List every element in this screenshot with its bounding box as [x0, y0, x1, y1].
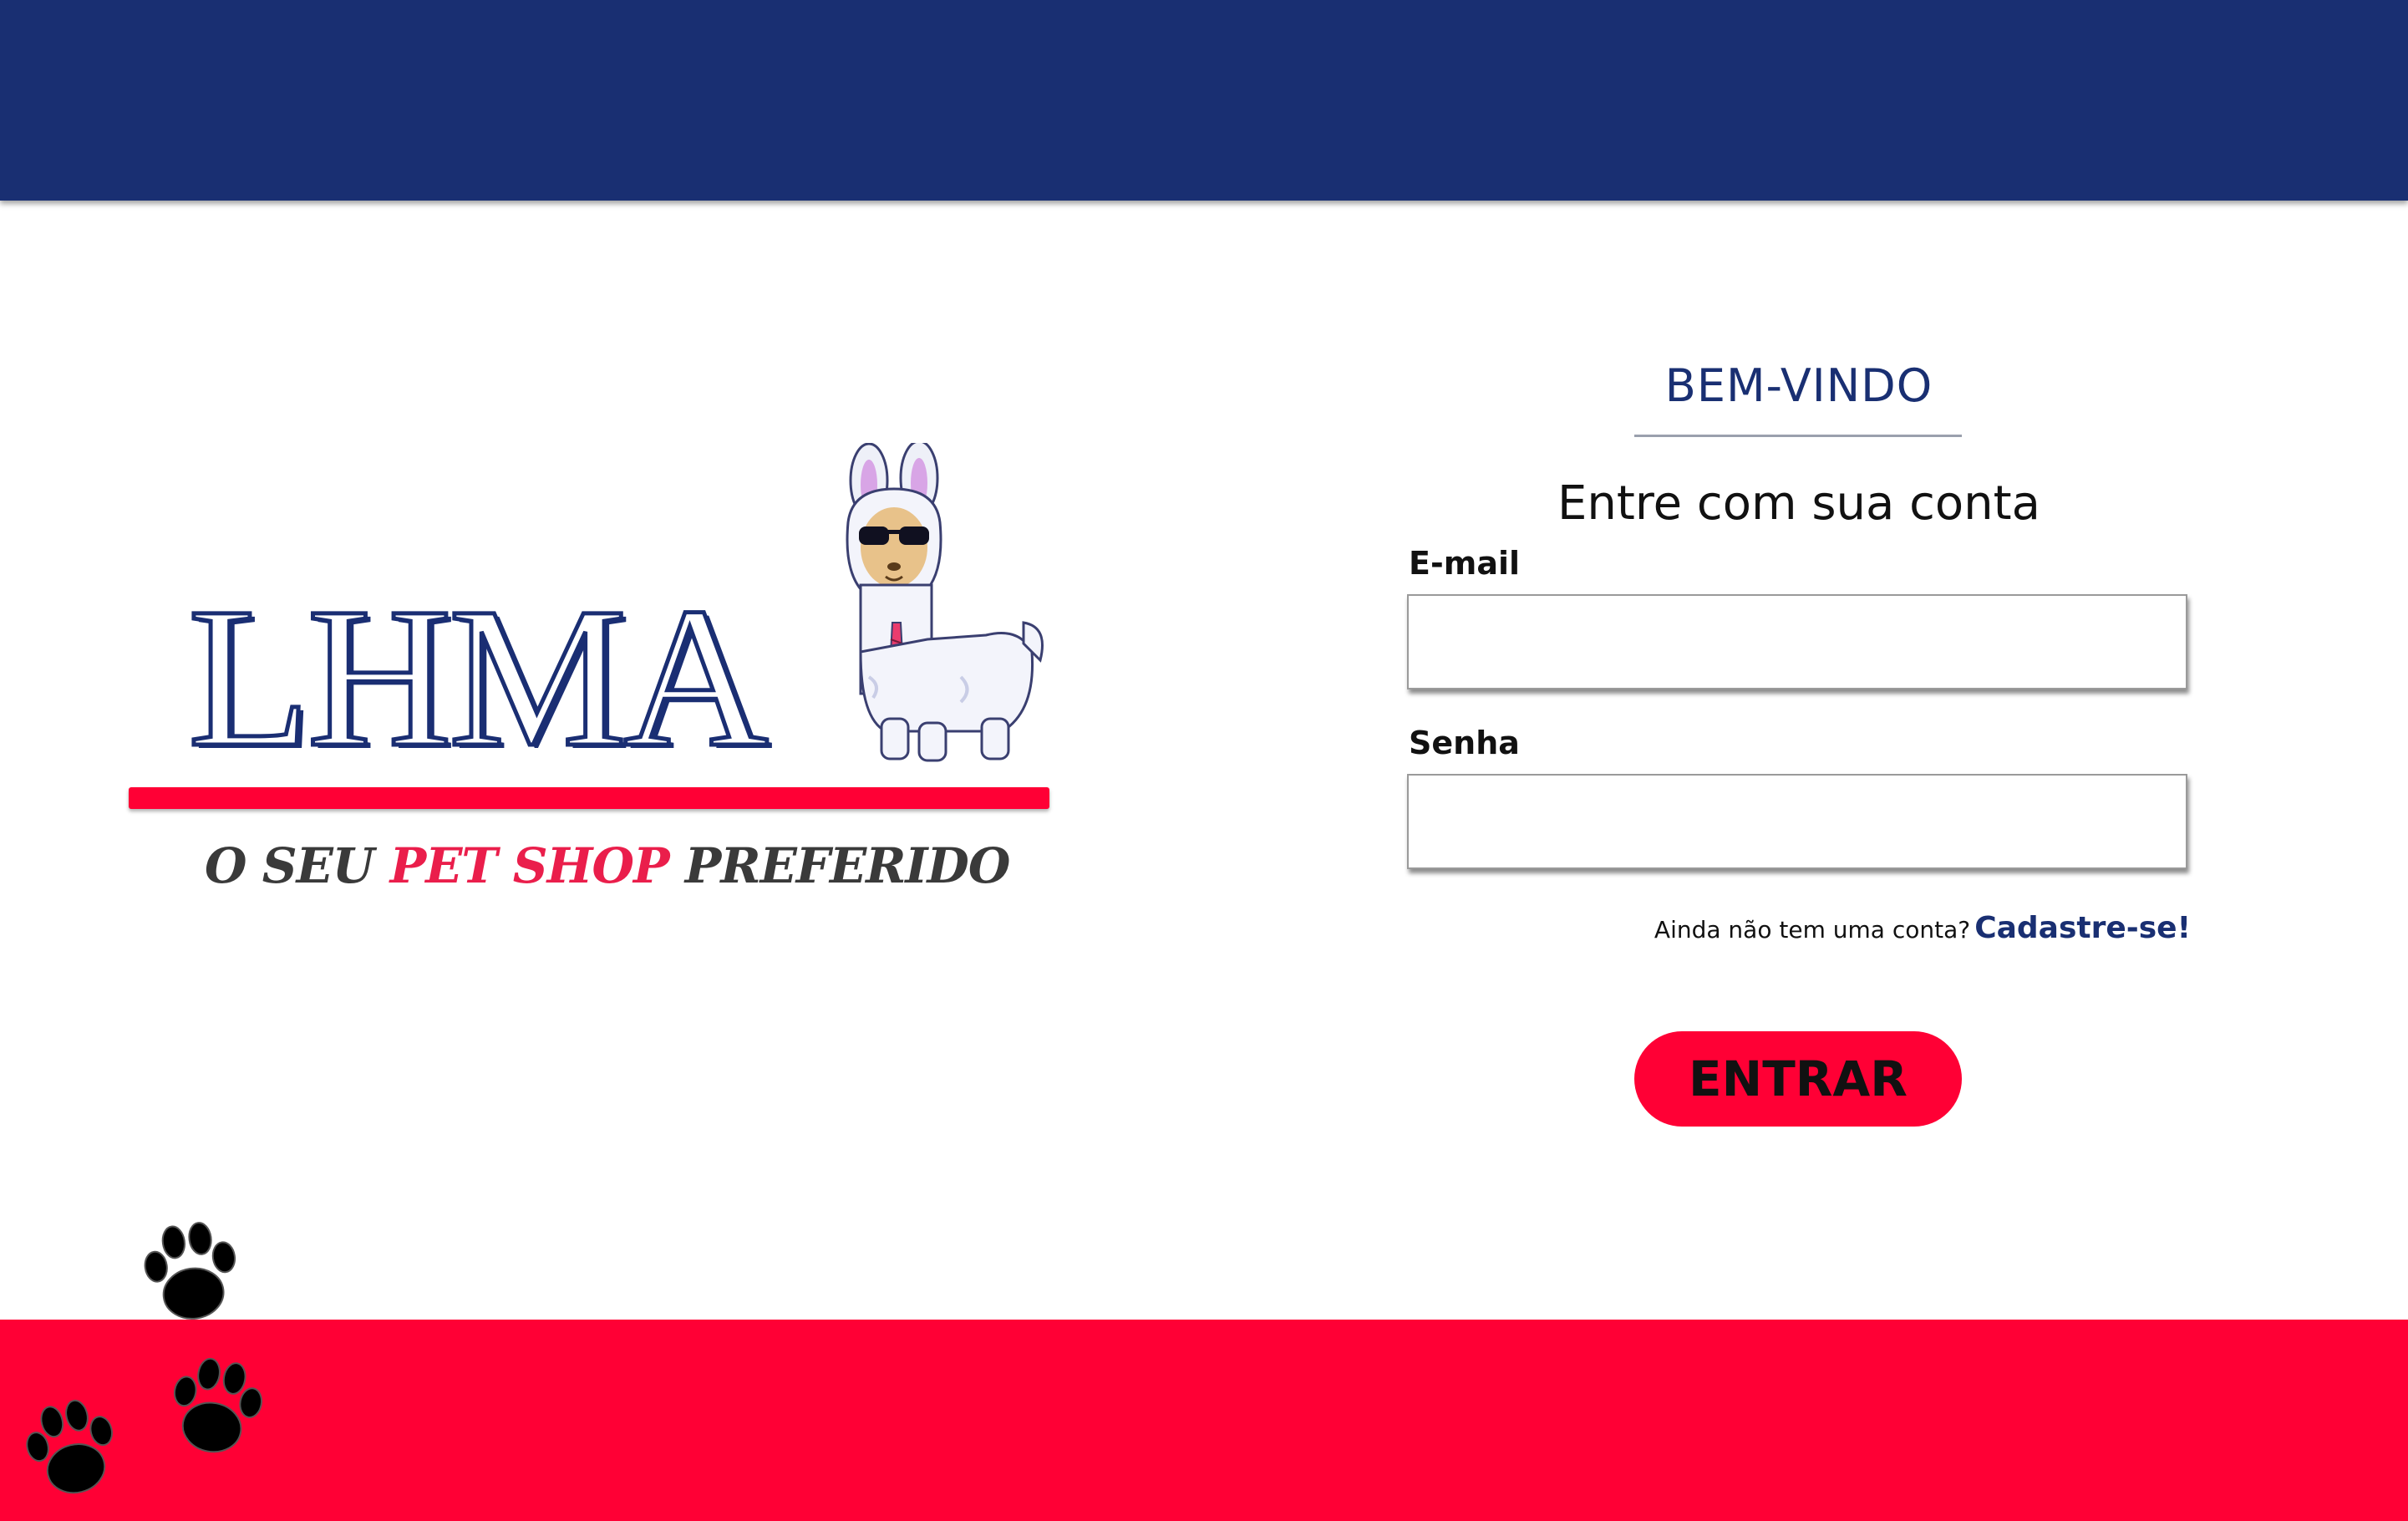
signup-link[interactable]: Cadastre-se!: [1974, 911, 2191, 945]
footer-bar: [0, 1320, 2408, 1521]
paw-print-icon: [173, 1357, 262, 1453]
brand-name: LHMA: [186, 566, 771, 788]
tagline-suffix: PREFERIDO: [668, 837, 1011, 894]
welcome-divider: [1634, 435, 1962, 437]
password-field[interactable]: [1407, 774, 2187, 869]
login-page: LHMA O SEU PET SHOP PREFERIDO BEM-VINDO …: [0, 0, 2408, 1521]
paw-print-icon: [144, 1222, 236, 1320]
llama-mascot-icon: [846, 443, 1044, 762]
login-button[interactable]: ENTRAR: [1634, 1031, 1962, 1127]
tagline-prefix: O SEU: [205, 837, 390, 894]
brand-logo: LHMA O SEU PET SHOP PREFERIDO: [125, 443, 1053, 911]
header-bar: [0, 0, 2408, 201]
brand-underline: [129, 787, 1049, 809]
brand-tagline: O SEU PET SHOP PREFERIDO: [205, 837, 1011, 894]
login-form: BEM-VINDO Entre com sua conta E-mail Sen…: [1407, 351, 2191, 1137]
signup-prompt: Ainda não tem uma conta?: [1654, 916, 1971, 944]
password-label: Senha: [1409, 725, 1520, 761]
signup-row: Ainda não tem uma conta? Cadastre-se!: [1654, 911, 2191, 945]
tagline-highlight: PET SHOP: [389, 837, 670, 894]
welcome-heading: BEM-VINDO: [1664, 359, 1933, 412]
paw-print-icon: [26, 1399, 113, 1494]
email-label: E-mail: [1409, 545, 1521, 582]
email-field[interactable]: [1407, 594, 2187, 689]
login-subtitle: Entre com sua conta: [1557, 476, 2040, 531]
